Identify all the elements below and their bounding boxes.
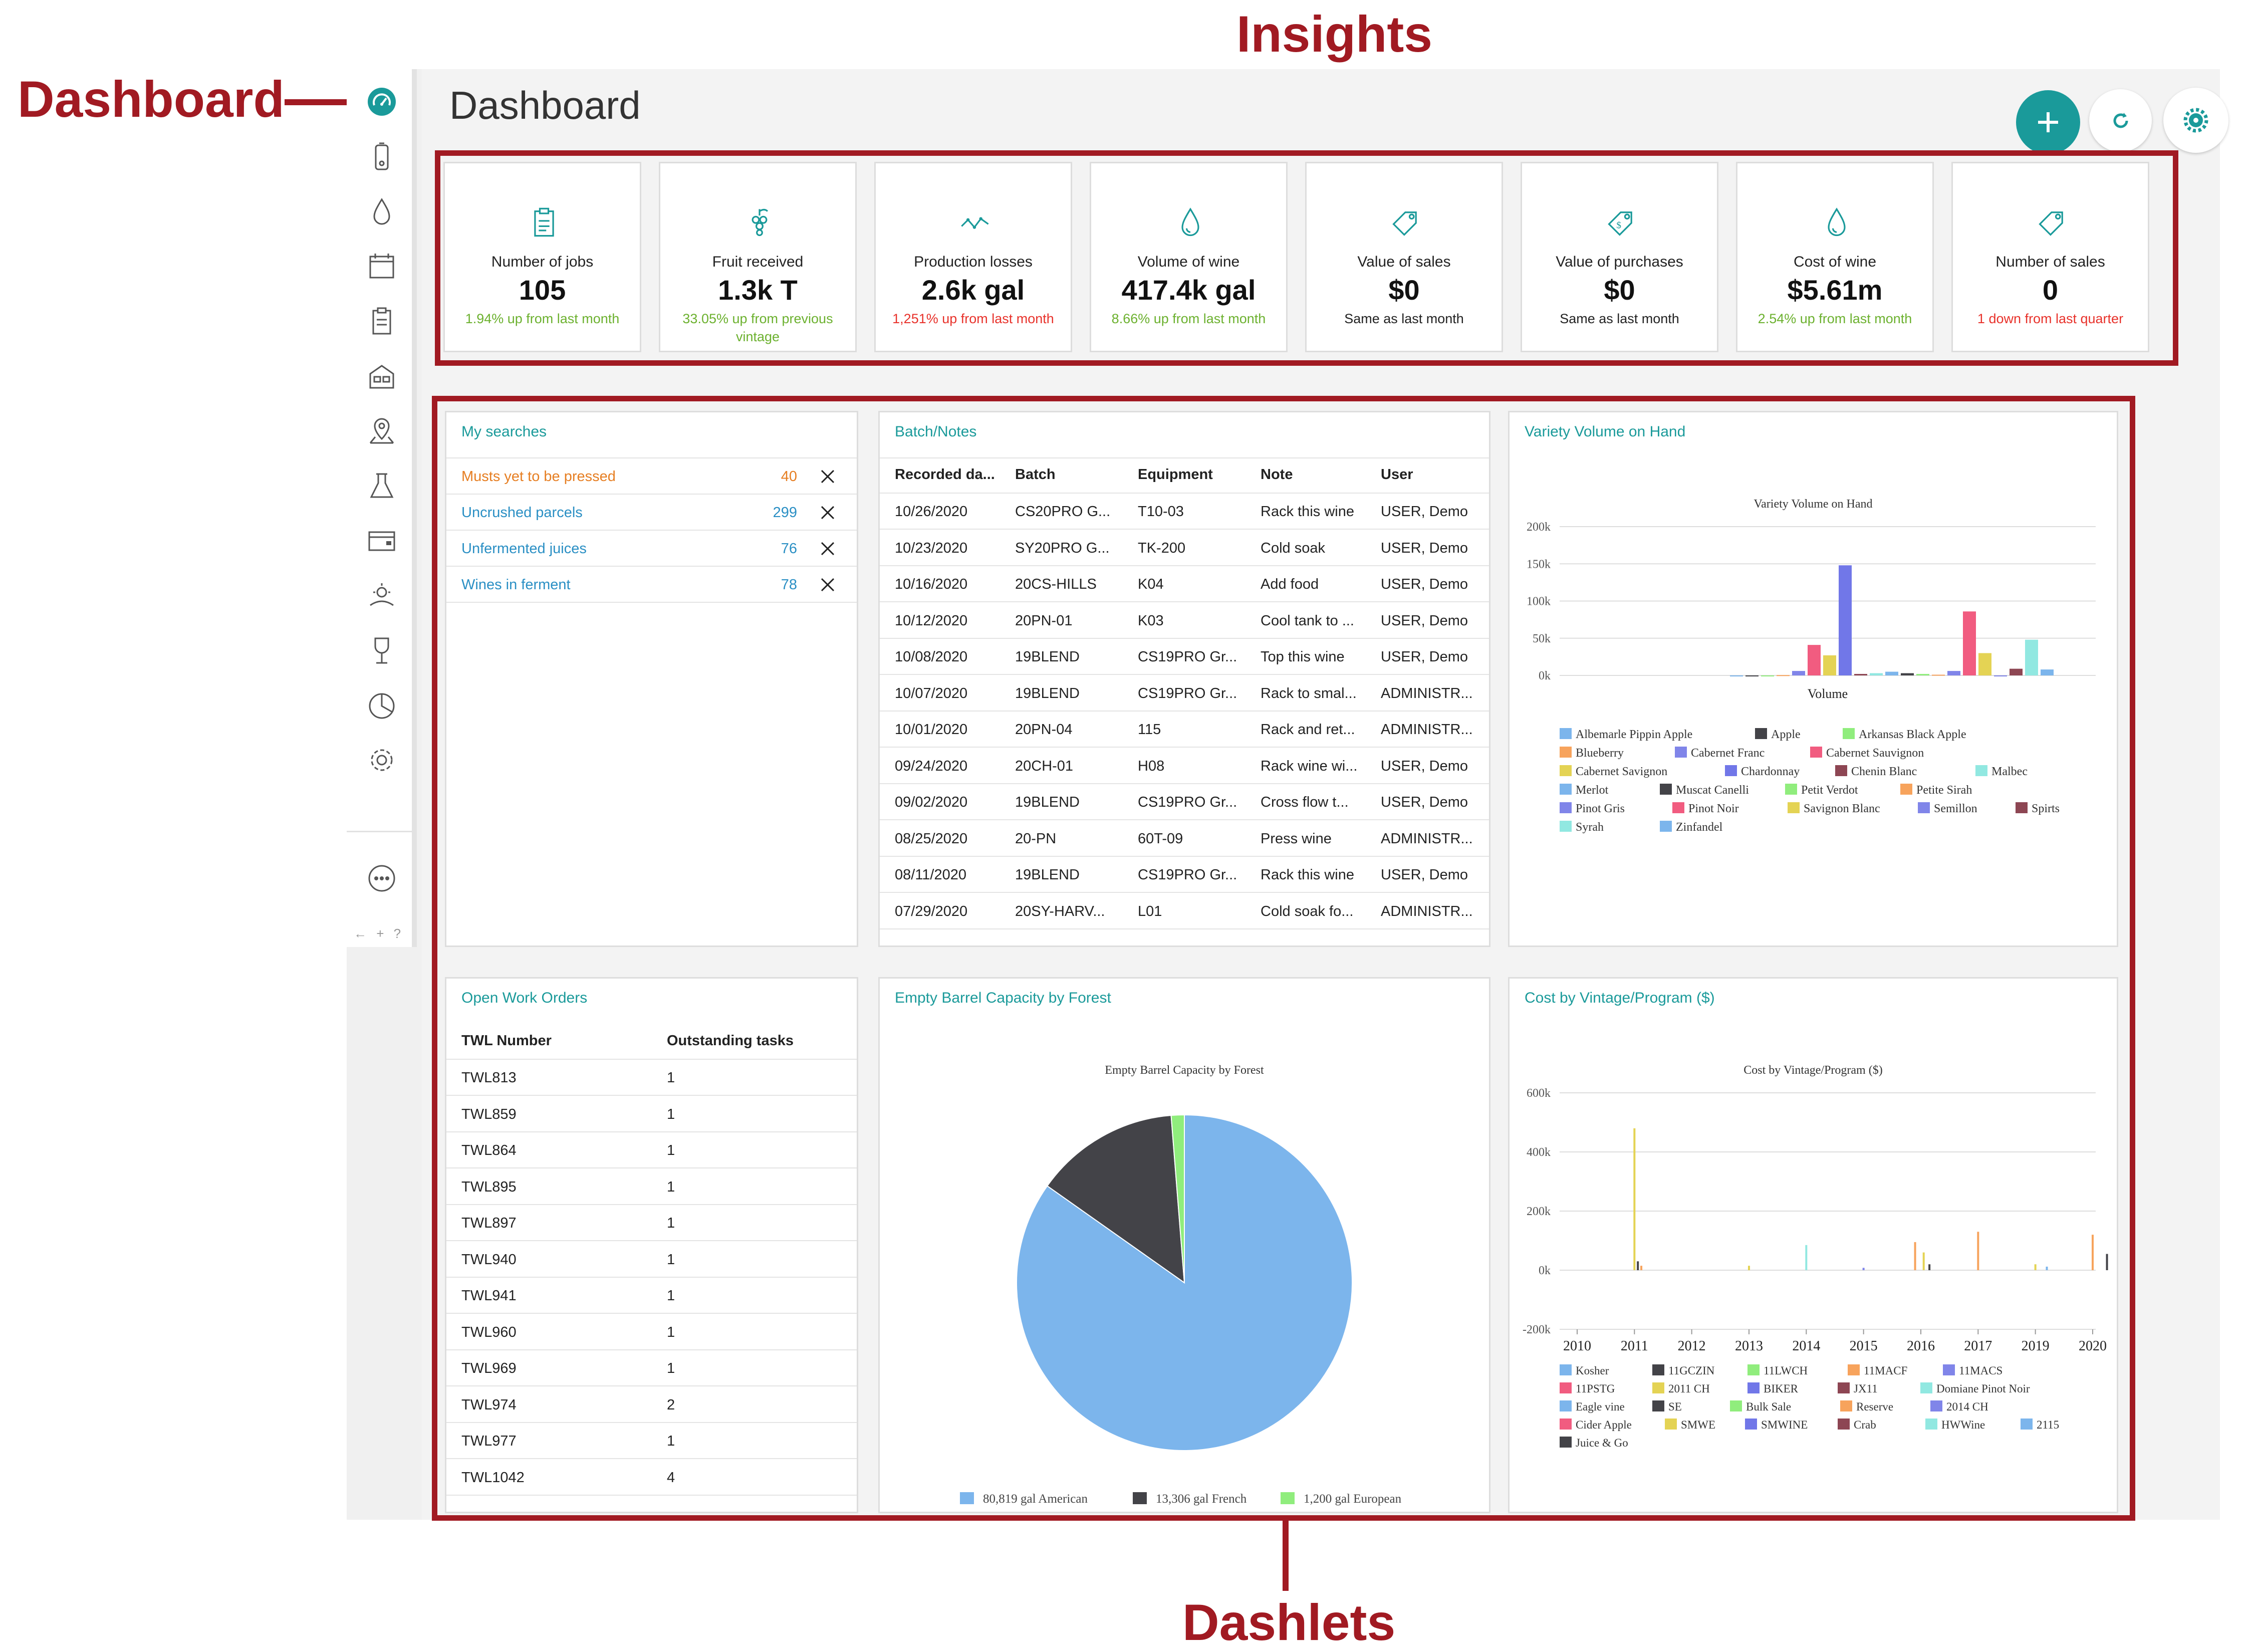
dashlets-highlight-box xyxy=(432,396,2135,1521)
dashlets-annotation-line xyxy=(1283,1521,1289,1591)
refresh-icon xyxy=(2113,112,2128,128)
settings-button[interactable] xyxy=(2163,88,2228,153)
add-button[interactable] xyxy=(2016,90,2080,154)
calendar-icon[interactable] xyxy=(364,249,399,284)
plus-icon xyxy=(2038,112,2058,132)
more-options-icon[interactable] xyxy=(364,861,399,896)
lab-flask-icon[interactable] xyxy=(364,469,399,504)
winery-icon[interactable] xyxy=(364,359,399,394)
refresh-button[interactable] xyxy=(2089,89,2152,152)
sidebar-divider xyxy=(347,831,412,832)
sidebar-footer-icons[interactable]: ← + ? xyxy=(354,926,404,941)
location-pin-icon[interactable] xyxy=(364,414,399,449)
gear-icon[interactable] xyxy=(364,743,399,778)
card-icon[interactable] xyxy=(364,523,399,558)
dashlets-annotation: Dashlets xyxy=(1182,1594,1396,1651)
droplet-icon[interactable] xyxy=(364,194,399,229)
pie-chart-icon[interactable] xyxy=(364,688,399,724)
dashboard-annotation: Dashboard xyxy=(18,71,285,128)
tank-icon[interactable] xyxy=(364,139,399,174)
clipboard-icon[interactable] xyxy=(364,304,399,339)
insights-highlight-box xyxy=(435,150,2178,366)
vineyard-icon[interactable] xyxy=(364,578,399,613)
dashboard-icon[interactable] xyxy=(364,84,399,119)
wine-glass-icon[interactable] xyxy=(364,633,399,668)
gear-icon xyxy=(2183,108,2208,133)
page-title: Dashboard xyxy=(449,83,641,127)
sidebar: ← + ? xyxy=(347,69,417,947)
insights-annotation: Insights xyxy=(1236,6,1433,63)
